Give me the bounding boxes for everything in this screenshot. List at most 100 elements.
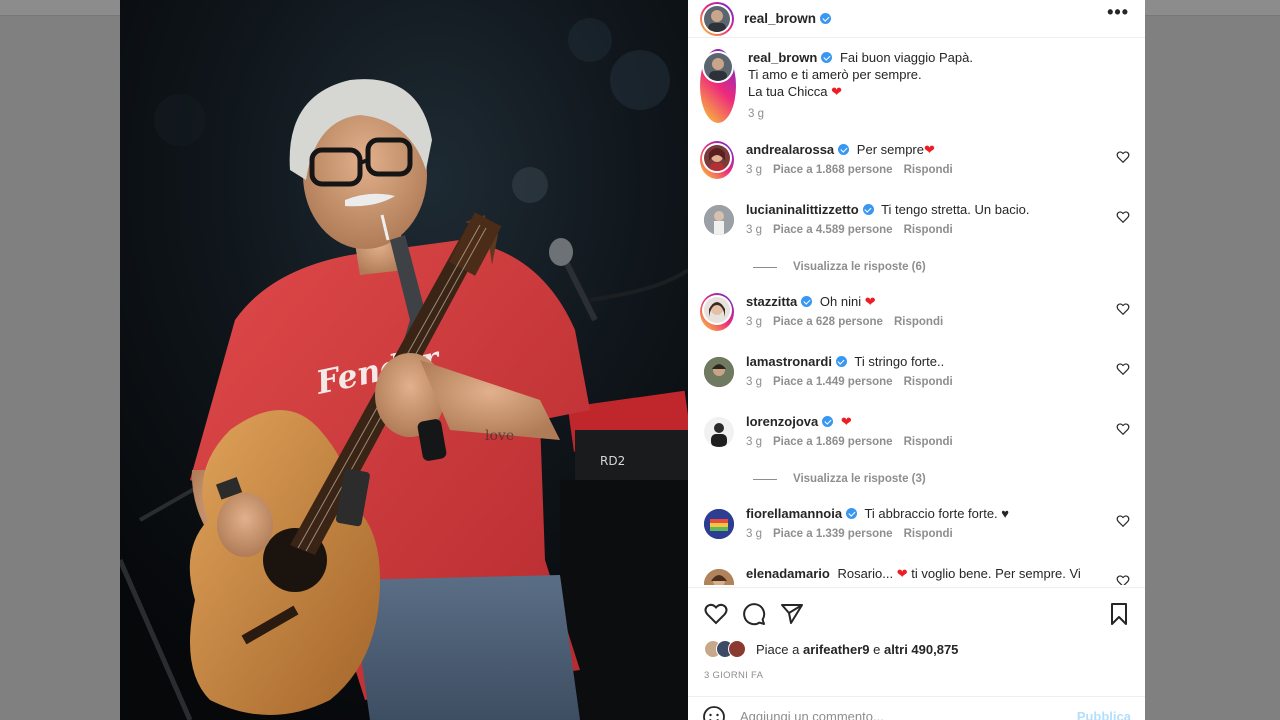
comment-age: 3 g xyxy=(746,376,762,388)
view-replies-label[interactable]: Visualizza le risposte (6) xyxy=(793,261,926,273)
emoji-smiley-icon[interactable] xyxy=(702,705,726,720)
red-heart-emoji-icon: ❤ xyxy=(840,414,852,429)
reply-button[interactable]: Rispondi xyxy=(894,314,943,331)
comment-username[interactable]: andrealarossa xyxy=(746,142,834,157)
comment-username[interactable]: elenadamario xyxy=(746,566,830,581)
like-comment-heart-icon[interactable] xyxy=(1116,574,1130,585)
view-replies-label[interactable]: Visualizza le risposte (3) xyxy=(793,473,926,485)
more-options-icon[interactable]: ••• xyxy=(1107,2,1129,23)
avatar xyxy=(704,297,730,323)
svg-text:RD2: RD2 xyxy=(600,454,625,468)
post-actions: Piace a arifeather9 e altri 490,875 3 GI… xyxy=(688,587,1145,720)
caption: real_brown Fai buon viaggio Papà. Ti amo… xyxy=(700,49,1130,123)
comment-item: stazzitta Oh nini ❤ 3 g Piace a 628 perso… xyxy=(700,293,1130,331)
comments-list[interactable]: real_brown Fai buon viaggio Papà. Ti amo… xyxy=(688,39,1145,585)
like-comment-heart-icon[interactable] xyxy=(1116,422,1130,436)
verified-badge-icon xyxy=(862,204,874,215)
comment-text: Ti stringo forte.. xyxy=(854,354,945,369)
add-comment-bar: Aggiungi un commento... Pubblica xyxy=(688,696,1145,720)
reply-button[interactable]: Rispondi xyxy=(904,526,953,543)
likes-prefix: Piace a xyxy=(756,641,800,657)
comment-input[interactable]: Aggiungi un commento... xyxy=(740,709,884,720)
commenter-avatar-ring[interactable] xyxy=(700,141,734,179)
avatar[interactable] xyxy=(704,509,734,539)
post-time-ago: 3 GIORNI FA xyxy=(704,670,764,681)
avatar xyxy=(704,145,730,171)
verified-badge-icon xyxy=(801,296,813,307)
caption-line-1: Fai buon viaggio Papà. xyxy=(839,50,973,65)
comment-username[interactable]: lorenzojova xyxy=(746,414,818,429)
comment-text: Per sempre xyxy=(856,142,924,157)
view-replies-button[interactable]: Visualizza le risposte (3) xyxy=(753,473,926,485)
like-comment-heart-icon[interactable] xyxy=(1116,514,1130,528)
comment-bubble-icon[interactable] xyxy=(742,602,766,626)
comment-text: Ti tengo stretta. Un bacio. xyxy=(881,202,1030,217)
post-header: real_brown ••• xyxy=(688,0,1145,38)
svg-text:love: love xyxy=(485,428,514,444)
comment-age: 3 g xyxy=(746,224,762,236)
comment-item: lorenzojova ❤ 3 g Piace a 1.869 persone Ri… xyxy=(700,413,1130,451)
comment-age: 3 g xyxy=(746,164,762,176)
comment-text: Oh nini xyxy=(819,294,862,309)
comment-likes-link[interactable]: Piace a 4.589 persone xyxy=(773,222,893,239)
verified-badge-icon xyxy=(835,356,847,367)
publish-button[interactable]: Pubblica xyxy=(1077,709,1131,720)
comment-likes-link[interactable]: Piace a 1.449 persone xyxy=(773,374,893,391)
likes-others-link[interactable]: altri 490,875 xyxy=(884,642,958,657)
caption-username-text[interactable]: real_brown xyxy=(748,50,817,65)
caption-username[interactable]: real_brown xyxy=(748,50,833,65)
red-heart-emoji-icon: ❤ xyxy=(896,566,908,581)
avatar[interactable] xyxy=(704,569,734,585)
red-heart-emoji-icon: ❤ xyxy=(864,294,876,309)
avatar[interactable] xyxy=(704,205,734,235)
owner-avatar-ring[interactable] xyxy=(700,1,734,36)
likes-summary[interactable]: Piace a arifeather9 e altri 490,875 xyxy=(704,640,958,658)
red-heart-emoji-icon: ❤ xyxy=(831,84,843,99)
reply-button[interactable]: Rispondi xyxy=(904,162,953,179)
comment-age: 3 g xyxy=(746,528,762,540)
verified-badge-icon xyxy=(822,416,834,427)
liker-avatars xyxy=(704,640,746,658)
comments-panel: real_brown ••• real_brown Fai buon viagg… xyxy=(688,0,1145,720)
post-modal: RD2 Fender love real_brown ••• real_brow… xyxy=(120,0,1145,720)
like-comment-heart-icon[interactable] xyxy=(1116,150,1130,164)
post-photo[interactable]: RD2 Fender love xyxy=(120,0,688,720)
like-comment-heart-icon[interactable] xyxy=(1116,302,1130,316)
share-paper-plane-icon[interactable] xyxy=(780,602,804,626)
like-heart-icon[interactable] xyxy=(704,602,728,626)
owner-username-text[interactable]: real_brown xyxy=(744,11,816,26)
owner-username[interactable]: real_brown xyxy=(744,11,832,26)
comment-username[interactable]: stazzitta xyxy=(746,294,797,309)
red-heart-emoji-icon: ❤ xyxy=(924,142,935,157)
comment-item: andrealarossa Per sempre❤ 3 g Piace a 1.8… xyxy=(700,141,1130,179)
avatar[interactable] xyxy=(704,417,734,447)
commenter-avatar-ring[interactable] xyxy=(700,293,734,331)
reply-button[interactable]: Rispondi xyxy=(904,222,953,239)
comment-text-continued: ti voglio bene. Per sempre. Vi xyxy=(911,566,1081,581)
view-replies-button[interactable]: Visualizza le risposte (6) xyxy=(753,261,926,273)
save-bookmark-icon[interactable] xyxy=(1107,602,1131,626)
comment-text: Ti abbraccio forte forte. ♥ xyxy=(864,506,1009,521)
caption-age: 3 g xyxy=(748,108,764,120)
likes-user-link[interactable]: arifeather9 xyxy=(803,642,869,657)
reply-button[interactable]: Rispondi xyxy=(904,374,953,391)
likes-middle: e xyxy=(873,641,881,657)
caption-line-2: Ti amo e ti amerò per sempre. xyxy=(748,67,922,82)
verified-badge-icon xyxy=(821,52,833,63)
comment-username[interactable]: lucianinalittizzetto xyxy=(746,202,859,217)
comment-likes-link[interactable]: Piace a 1.868 persone xyxy=(773,162,893,179)
caption-line-3: La tua Chicca xyxy=(748,84,828,99)
avatar[interactable] xyxy=(704,357,734,387)
comment-item: lucianinalittizzetto Ti tengo stretta. U… xyxy=(700,201,1130,239)
comment-likes-link[interactable]: Piace a 628 persone xyxy=(773,314,883,331)
comment-likes-link[interactable]: Piace a 1.339 persone xyxy=(773,526,893,543)
like-comment-heart-icon[interactable] xyxy=(1116,210,1130,224)
comment-username[interactable]: lamastronardi xyxy=(746,354,832,369)
reply-button[interactable]: Rispondi xyxy=(904,434,953,451)
comment-likes-link[interactable]: Piace a 1.869 persone xyxy=(773,434,893,451)
musician-photo-illustration: RD2 Fender love xyxy=(120,0,688,720)
comment-username[interactable]: fiorellamannoia xyxy=(746,506,842,521)
comment-item: lamastronardi Ti stringo forte.. 3 g Piac… xyxy=(700,353,1130,391)
like-comment-heart-icon[interactable] xyxy=(1116,362,1130,376)
caption-avatar-ring[interactable] xyxy=(700,49,736,123)
